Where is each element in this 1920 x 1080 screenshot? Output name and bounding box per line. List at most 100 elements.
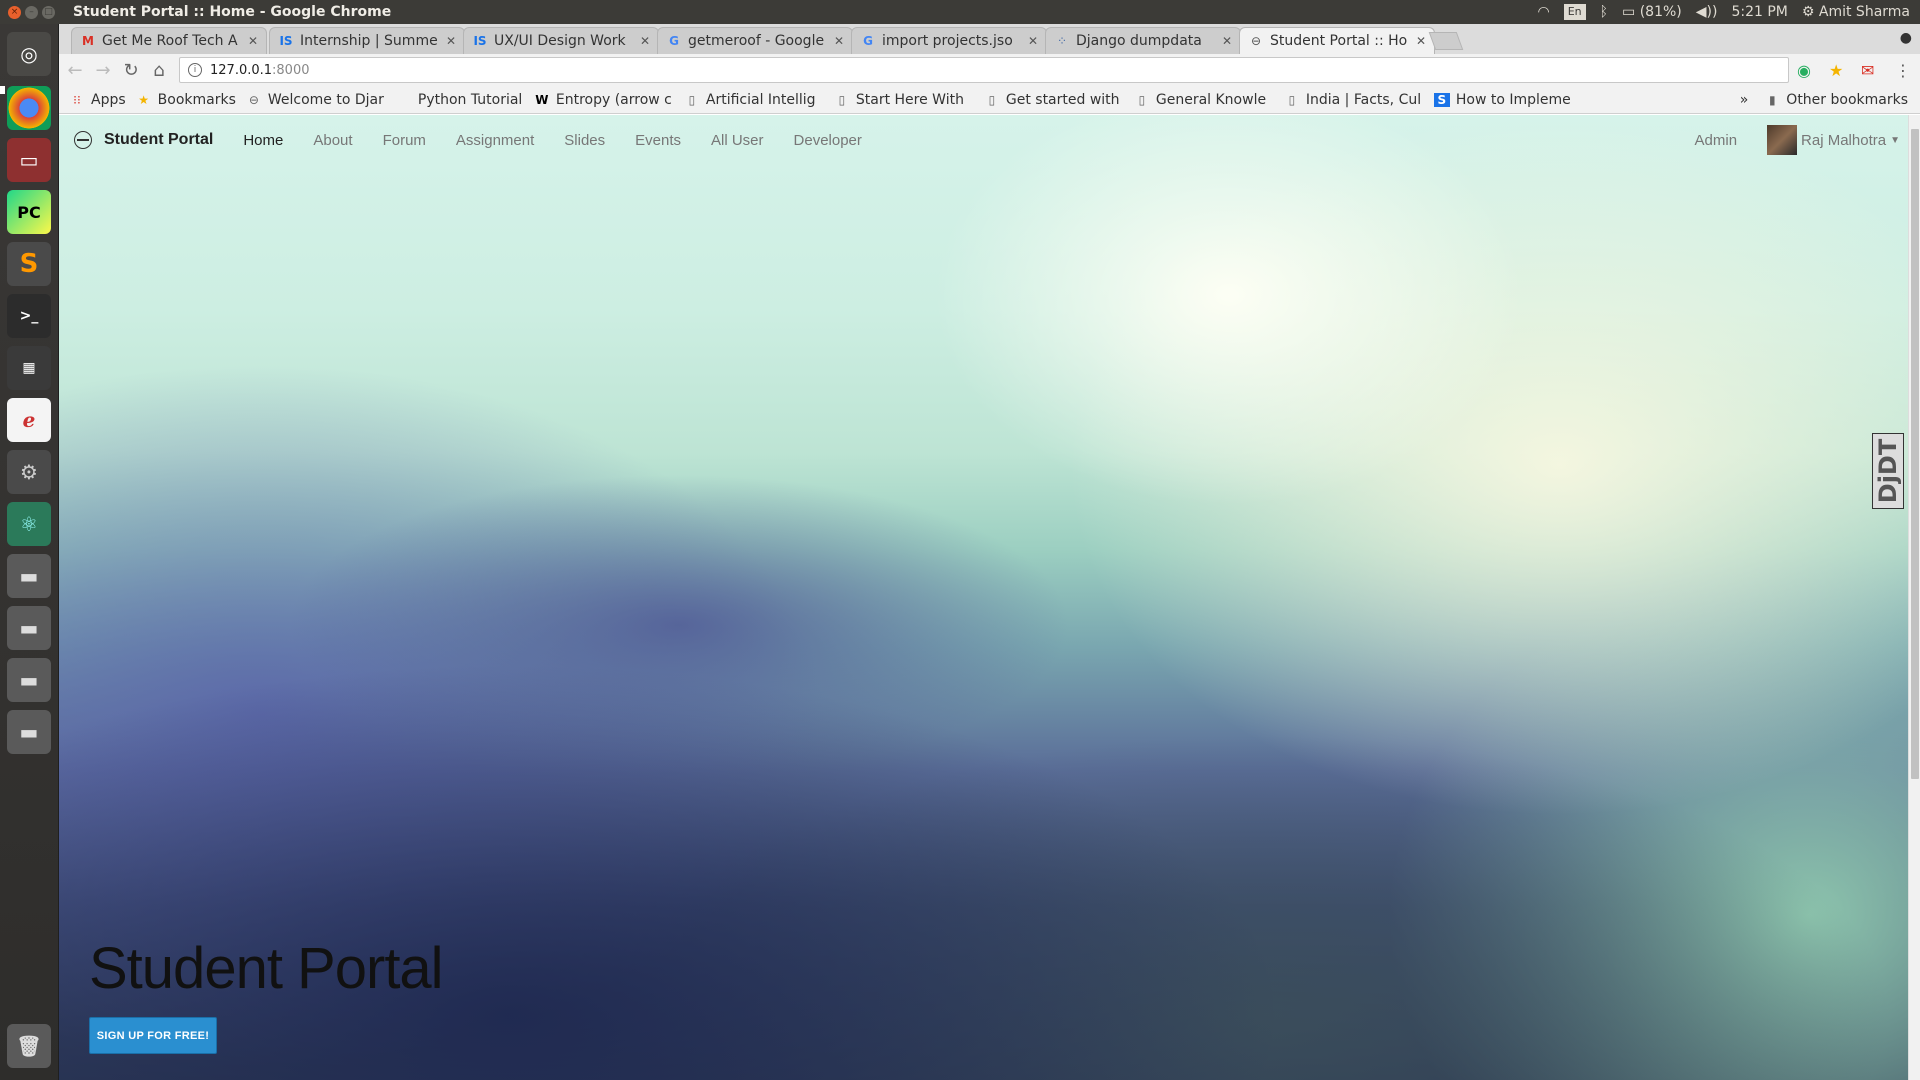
profile-icon[interactable]: ● [1900,30,1912,46]
user-menu[interactable]: Raj Malhotra [1801,132,1886,149]
pycharm-icon[interactable]: PC [7,190,51,234]
bookmark-label: Entropy (arrow c [555,91,672,108]
bookmark-item[interactable]: ▯ Start Here With [834,92,974,108]
back-icon[interactable]: ← [61,60,89,81]
nav-events[interactable]: Events [635,132,681,149]
bookmarks-bar: ⁝⁝ Apps ★ Bookmarks ⊖ Welcome to Djar Pytho… [59,86,1920,114]
tab[interactable]: IS UX/UI Design Work ✕ [463,27,659,54]
bookmark-item[interactable]: ★ Bookmarks [136,92,236,108]
nav-slides[interactable]: Slides [564,132,605,149]
grammarly-icon[interactable]: ◉ [1797,61,1811,80]
tab[interactable]: G getmeroof - Google ✕ [657,27,853,54]
bookmark-label: India | Facts, Cul [1305,91,1422,108]
wifi-icon[interactable]: ◠ [1537,4,1549,20]
scrollbar-thumb[interactable] [1911,129,1919,779]
volume-icon[interactable]: ◀)) [1696,4,1718,20]
drive-icon[interactable]: ▬ [7,710,51,754]
is-icon: IS [473,34,487,48]
bookmark-item[interactable]: ⊖ Welcome to Djar [246,92,386,108]
bookmark-item[interactable]: ▯ India | Facts, Cul [1284,92,1424,108]
clock[interactable]: 5:21 PM [1731,4,1787,20]
close-tab-icon[interactable]: ✕ [834,34,844,48]
ubuntu-dash-icon[interactable]: ◎ [7,32,51,76]
keyboard-layout[interactable]: En [1563,4,1586,20]
url-port: :8000 [272,62,310,78]
tab[interactable]: ⁘ Django dumpdata ✕ [1045,27,1241,54]
forward-icon[interactable]: → [89,60,117,81]
settings-tools-icon[interactable]: ⚙ [7,450,51,494]
wikipedia-icon: W [535,92,549,107]
reload-icon[interactable]: ↻ [117,60,145,81]
sublime-text-icon[interactable]: S [7,242,51,286]
maximize-window-button[interactable]: □ [42,5,55,19]
bookmark-item[interactable]: ▯ General Knowle [1134,92,1274,108]
nav-admin[interactable]: Admin [1695,132,1738,149]
tab-title: import projects.jso [882,33,1013,49]
nav-right: Admin Raj Malhotra ▼ [1695,115,1908,165]
tab-active[interactable]: ⊖ Student Portal :: Ho ✕ [1239,27,1435,54]
new-tab-button[interactable] [1428,32,1464,50]
caret-down-icon[interactable]: ▼ [1890,135,1900,146]
avatar[interactable] [1767,125,1798,155]
close-tab-icon[interactable]: ✕ [640,34,650,48]
drive-icon[interactable]: ▬ [7,554,51,598]
nav-developer[interactable]: Developer [794,132,862,149]
nav-home[interactable]: Home [243,132,283,149]
tab[interactable]: G import projects.jso ✕ [851,27,1047,54]
close-tab-icon[interactable]: ✕ [1028,34,1038,48]
nav-all-user[interactable]: All User [711,132,764,149]
bookmark-item[interactable]: Python Tutorial: [396,92,524,108]
tab-strip: M Get Me Roof Tech A ✕ IS Internship | S… [59,24,1920,54]
close-window-button[interactable]: × [8,5,21,19]
minimize-window-button[interactable]: – [25,5,38,19]
other-bookmarks[interactable]: ▮ Other bookmarks [1764,92,1908,108]
tab-title: getmeroof - Google [688,33,825,49]
info-icon[interactable]: i [188,63,202,77]
gmail-icon: M [82,34,94,48]
chrome-icon[interactable] [7,86,51,130]
site-brand[interactable]: Student Portal [74,131,213,149]
bookmark-label: Python Tutorial: [417,91,524,108]
close-tab-icon[interactable]: ✕ [1416,34,1426,48]
page-icon: ▯ [838,92,846,107]
bookmark-label: Welcome to Djar [267,91,384,108]
nav-about[interactable]: About [313,132,352,149]
battery-indicator[interactable]: ▭ (81%) [1622,4,1682,20]
bookmark-item[interactable]: S How to Impleme [1433,92,1574,108]
django-debug-toolbar-handle[interactable]: DjDT [1872,433,1904,509]
bookmark-item[interactable]: W Entropy (arrow c [534,92,674,108]
bluetooth-icon[interactable]: ᛒ [1600,4,1608,20]
workspace-switcher-icon[interactable]: ▦ [7,346,51,390]
atom-icon[interactable]: ⚛ [7,502,51,546]
signup-button[interactable]: SIGN UP FOR FREE! [89,1017,217,1054]
page-icon: ▯ [988,92,996,107]
tab[interactable]: M Get Me Roof Tech A ✕ [71,27,267,54]
drive-icon[interactable]: ▬ [7,658,51,702]
gear-icon: ⚙ [1801,4,1815,20]
close-tab-icon[interactable]: ✕ [248,34,258,48]
close-tab-icon[interactable]: ✕ [1222,34,1232,48]
address-bar[interactable]: i 127.0.0.1:8000 [179,57,1789,83]
bookmark-item[interactable]: ▯ Get started with [984,92,1124,108]
tab[interactable]: IS Internship | Summe ✕ [269,27,465,54]
bookmark-item[interactable]: ▯ Artificial Intellig [684,92,824,108]
files-icon[interactable]: ▭ [7,138,51,182]
globe-icon: ⊖ [1250,34,1262,48]
bookmarks-overflow-button[interactable]: » [1740,92,1749,108]
drive-icon[interactable]: ▬ [7,606,51,650]
bookmark-star-icon[interactable]: ★ [1829,61,1843,80]
star-icon: ★ [138,92,150,107]
bookmark-apps[interactable]: ⁝⁝ Apps [69,92,125,108]
page-scrollbar[interactable] [1908,115,1920,1080]
trash-icon[interactable]: 🗑 [7,1024,51,1068]
gmail-checker-icon[interactable]: ✉ [1861,61,1874,80]
terminal-icon[interactable]: >_ [7,294,51,338]
home-icon[interactable]: ⌂ [145,60,173,81]
nav-forum[interactable]: Forum [383,132,426,149]
menu-icon[interactable]: ⋮ [1895,61,1911,80]
nav-assignment[interactable]: Assignment [456,132,534,149]
evince-icon[interactable]: ℯ [7,398,51,442]
session-menu[interactable]: ⚙ Amit Sharma [1802,4,1910,20]
close-tab-icon[interactable]: ✕ [446,34,456,48]
nav-links: Home About Forum Assignment Slides Event… [243,132,892,149]
